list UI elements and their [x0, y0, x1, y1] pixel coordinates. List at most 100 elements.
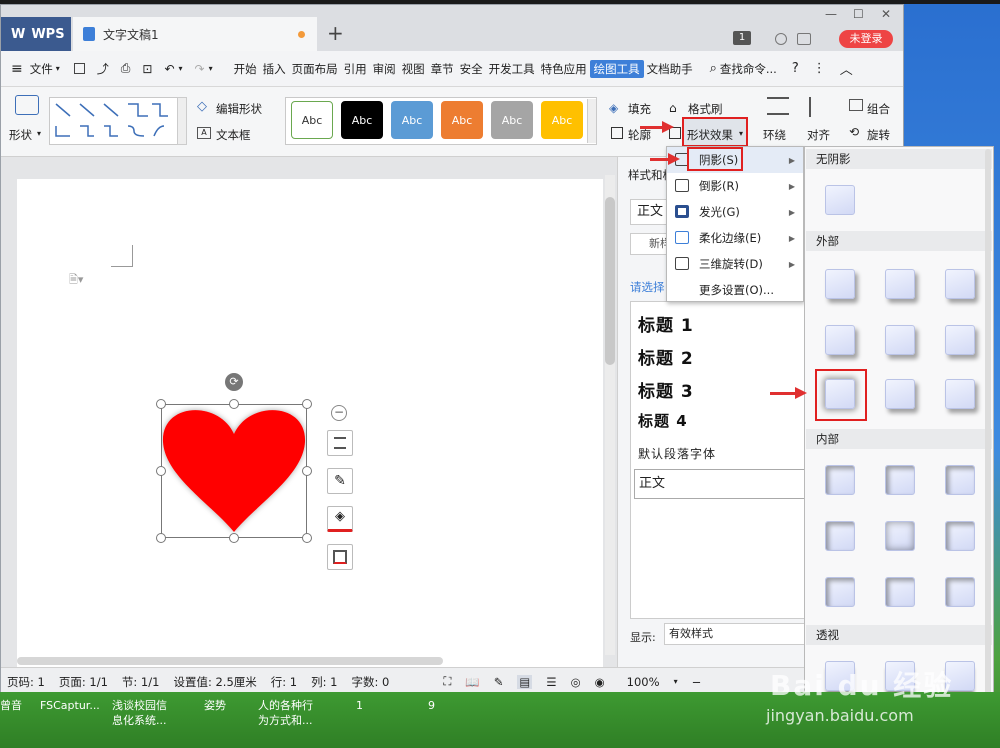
- more-icon[interactable]: ⋮: [813, 61, 826, 76]
- style-heading-4[interactable]: 标题 4: [638, 410, 688, 431]
- search-command[interactable]: 查找命令...: [717, 61, 780, 77]
- help-icon[interactable]: ?: [792, 61, 799, 76]
- menu-view[interactable]: 视图: [399, 61, 428, 77]
- search-icon[interactable]: ⌕: [710, 61, 717, 76]
- app-tab-wps[interactable]: W WPS: [1, 17, 71, 51]
- style-body[interactable]: 正文: [634, 469, 810, 499]
- document-page[interactable]: 🗎▾: [17, 179, 603, 667]
- align-button[interactable]: 对齐: [807, 127, 830, 143]
- page-view-icon[interactable]: ▤: [517, 674, 533, 689]
- shadow-outer-6[interactable]: [945, 325, 975, 355]
- web-view-icon[interactable]: ◎: [571, 675, 581, 689]
- resize-handle-n[interactable]: [229, 399, 239, 409]
- layout-options-icon[interactable]: [327, 430, 353, 456]
- menu-layout[interactable]: 页面布局: [289, 61, 341, 77]
- redo-icon[interactable]: ↷: [195, 62, 205, 76]
- shadow-outer-2[interactable]: [885, 269, 915, 299]
- taskbar-item-1[interactable]: 曾音: [0, 698, 22, 713]
- close-icon[interactable]: ✕: [881, 7, 891, 21]
- minimize-icon[interactable]: —: [825, 7, 837, 21]
- fill-color-icon[interactable]: ◈: [327, 506, 353, 532]
- write-mode-icon[interactable]: ✎: [494, 675, 504, 689]
- status-setting[interactable]: 设置值: 2.5厘米: [173, 674, 256, 690]
- shape-lines-gallery[interactable]: [49, 97, 187, 145]
- shadow-outer-9[interactable]: [945, 379, 975, 409]
- menu-security[interactable]: 安全: [457, 61, 486, 77]
- style-heading-2[interactable]: 标题 2: [638, 344, 694, 369]
- new-tab-plus-icon[interactable]: +: [327, 21, 344, 45]
- shadow-inner-7[interactable]: [825, 577, 855, 607]
- menu-insert[interactable]: 插入: [260, 61, 289, 77]
- menu-review[interactable]: 审阅: [370, 61, 399, 77]
- doc-tab[interactable]: 文字文稿1: [73, 17, 317, 51]
- paste-options-icon[interactable]: 🗎▾: [69, 271, 83, 290]
- style-gallery-scroll[interactable]: [587, 99, 596, 143]
- shadow-outer-8[interactable]: [885, 379, 915, 409]
- menu-file[interactable]: 文件: [27, 61, 56, 77]
- style-black[interactable]: Abc: [341, 101, 383, 139]
- shape-icon[interactable]: [15, 95, 39, 115]
- shadow-none[interactable]: [825, 185, 855, 215]
- shadow-inner-8[interactable]: [885, 577, 915, 607]
- collapse-ribbon-icon[interactable]: ︿: [840, 59, 853, 78]
- style-gray[interactable]: Abc: [491, 101, 533, 139]
- textbox-button[interactable]: 文本框: [216, 127, 251, 143]
- style-heading-1[interactable]: 标题 1: [638, 311, 694, 336]
- gallery-scroll[interactable]: [177, 97, 187, 145]
- resize-handle-ne[interactable]: [302, 399, 312, 409]
- style-white[interactable]: Abc: [291, 101, 333, 139]
- menu-soft-edges[interactable]: 柔化边缘(E) ▶: [667, 225, 803, 251]
- rotate-button[interactable]: 旋转: [867, 127, 890, 143]
- menu-glow[interactable]: 发光(G) ▶: [667, 199, 803, 225]
- export-icon[interactable]: ⤴: [97, 60, 109, 77]
- eye-protect-icon[interactable]: ◉: [595, 675, 605, 689]
- share-icon[interactable]: [775, 33, 787, 45]
- menu-reflection[interactable]: 倒影(R) ▶: [667, 173, 803, 199]
- shadow-outer-3[interactable]: [945, 269, 975, 299]
- pen-icon[interactable]: ✎: [327, 468, 353, 494]
- resize-handle-s[interactable]: [229, 533, 239, 543]
- zoom-out-icon[interactable]: −: [692, 675, 702, 689]
- show-select[interactable]: 有效样式: [664, 623, 810, 645]
- shadow-inner-4[interactable]: [825, 521, 855, 551]
- menu-3d-rotation[interactable]: 三维旋转(D) ▶: [667, 251, 803, 277]
- zoom-value[interactable]: 100%: [627, 675, 660, 689]
- menu-special[interactable]: 特色应用: [538, 61, 590, 77]
- preview-icon[interactable]: ⊡: [142, 62, 152, 76]
- outline-color-icon[interactable]: [327, 544, 353, 570]
- resize-handle-se[interactable]: [302, 533, 312, 543]
- fullscreen-icon[interactable]: ⛶: [443, 674, 451, 689]
- shape-button[interactable]: 形状: [9, 127, 32, 143]
- shadow-outer-7[interactable]: [825, 379, 855, 409]
- shadow-inner-1[interactable]: [825, 465, 855, 495]
- shadow-outer-5[interactable]: [885, 325, 915, 355]
- menu-developer[interactable]: 开发工具: [486, 61, 538, 77]
- menu-reference[interactable]: 引用: [341, 61, 370, 77]
- gallery-scrollbar[interactable]: [985, 149, 991, 743]
- format-brush-button[interactable]: 格式刷: [688, 101, 723, 117]
- shadow-outer-4[interactable]: [825, 325, 855, 355]
- menu-doc-assistant[interactable]: 文档助手: [644, 61, 696, 77]
- menu-drawing-tools[interactable]: 绘图工具: [589, 59, 644, 78]
- group-button[interactable]: 组合: [867, 101, 890, 117]
- taskbar-item-2[interactable]: FSCaptur...: [40, 698, 100, 713]
- shadow-inner-5[interactable]: [885, 521, 915, 551]
- taskbar-item-4[interactable]: 姿势: [204, 698, 226, 713]
- vertical-scrollbar-thumb[interactable]: [605, 197, 615, 365]
- shadow-inner-2[interactable]: [885, 465, 915, 495]
- taskbar-item-6[interactable]: 1: [356, 698, 363, 713]
- shadow-outer-1[interactable]: [825, 269, 855, 299]
- collapse-float-icon[interactable]: −: [331, 405, 347, 421]
- shadow-inner-9[interactable]: [945, 577, 975, 607]
- resize-handle-nw[interactable]: [156, 399, 166, 409]
- style-gold[interactable]: Abc: [541, 101, 583, 139]
- hamburger-icon[interactable]: ≡: [11, 61, 23, 77]
- heart-shape[interactable]: [161, 404, 307, 538]
- shadow-inner-3[interactable]: [945, 465, 975, 495]
- outline-view-icon[interactable]: ☰: [546, 675, 556, 689]
- read-mode-icon[interactable]: 📖: [465, 675, 479, 689]
- style-orange[interactable]: Abc: [441, 101, 483, 139]
- resize-handle-sw[interactable]: [156, 533, 166, 543]
- outline-button[interactable]: 轮廓: [628, 127, 651, 143]
- menu-more-settings[interactable]: 更多设置(O)...: [667, 277, 803, 303]
